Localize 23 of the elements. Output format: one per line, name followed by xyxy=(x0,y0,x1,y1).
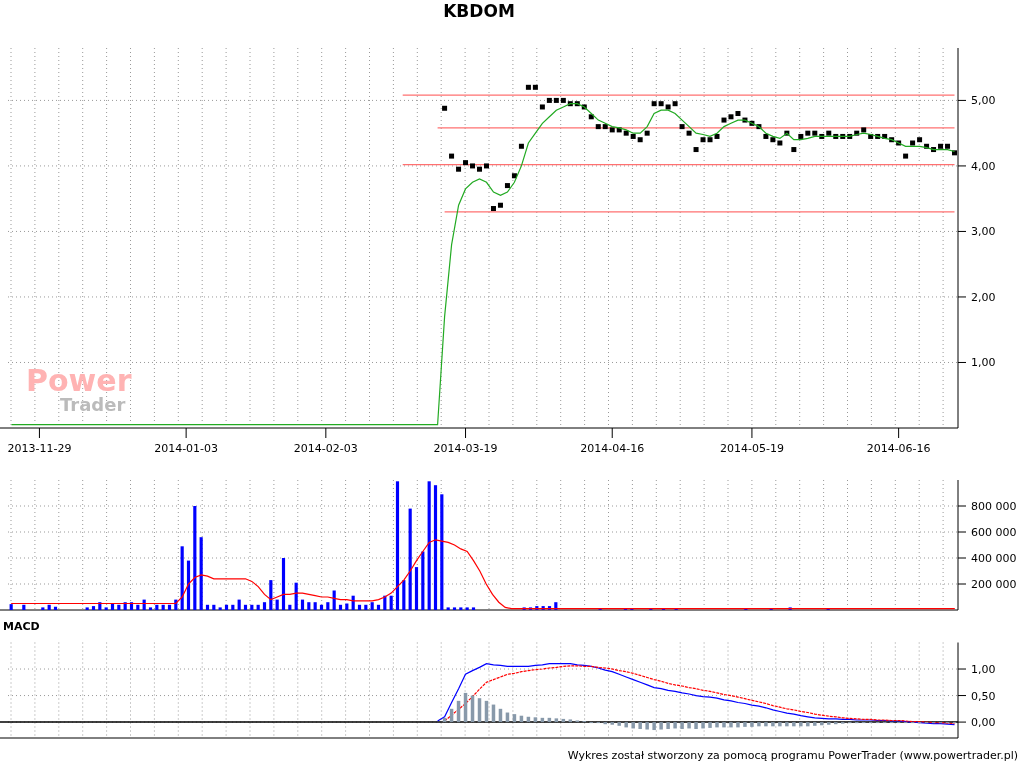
chart-title: KBDOM xyxy=(443,1,515,21)
axis-label: 5,00 xyxy=(971,94,996,108)
axis-label: 2014-01-03 xyxy=(154,442,219,455)
axis-label: 0,50 xyxy=(971,689,996,703)
axis-label: 2013-11-29 xyxy=(7,442,72,455)
axis-label: 2014-05-19 xyxy=(719,442,784,455)
axis-label: 200 000 xyxy=(971,578,1017,591)
footer-text: Wykres został stworzony za pomocą programu PowerTrader (www.powertrader.pl) xyxy=(567,748,1018,762)
axis-label: 2,00 xyxy=(971,290,996,304)
axis-label: 1,00 xyxy=(971,663,996,677)
axis-label: 3,00 xyxy=(971,225,996,239)
panel-label: MACD xyxy=(3,619,40,633)
axis-label: 400 000 xyxy=(971,552,1017,565)
axis-label: 2014-06-16 xyxy=(866,442,931,455)
axis-label: 800 000 xyxy=(971,500,1017,513)
axis-label: 2014-02-03 xyxy=(293,442,358,455)
axis-label: 4,00 xyxy=(971,159,996,173)
axis-label: 1,00 xyxy=(971,356,996,370)
axis-label: 2014-03-19 xyxy=(433,442,498,455)
logo-watermark: Power Trader xyxy=(26,366,132,414)
axis-label: 2014-04-16 xyxy=(580,442,645,455)
axis-label: 600 000 xyxy=(971,526,1017,539)
axis-label: 0,00 xyxy=(971,716,996,730)
